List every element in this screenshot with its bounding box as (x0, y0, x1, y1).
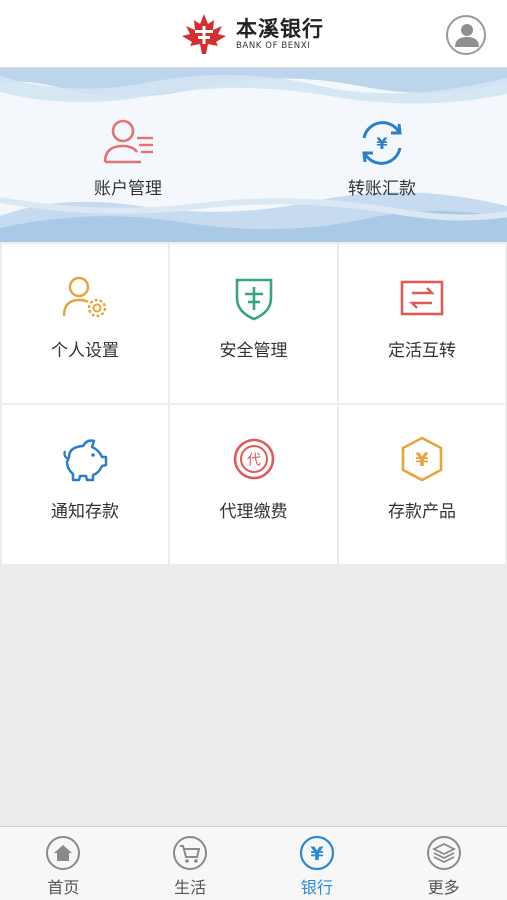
transfer-button[interactable]: ¥ 转账汇款 (312, 116, 452, 199)
tab-label-home: 首页 (47, 878, 80, 897)
account-management-button[interactable]: 账户管理 (58, 116, 198, 199)
tab-life[interactable]: 生活 (127, 827, 254, 900)
bank-logo: 本溪银行 BANK OF BENXI (180, 12, 324, 56)
menu-label-products: 存款产品 (388, 502, 456, 522)
maple-leaf-logo-icon (182, 14, 226, 54)
cart-icon (173, 836, 208, 870)
exchange-icon (400, 280, 444, 316)
tab-more[interactable]: 更多 (380, 827, 507, 900)
svg-text:代: 代 (247, 453, 261, 469)
menu-label-agent: 代理缴费 (219, 502, 288, 522)
account-user-icon (103, 119, 153, 164)
menu-label-security: 安全管理 (219, 341, 288, 361)
layers-icon (426, 836, 461, 870)
tab-label-life: 生活 (174, 878, 207, 897)
service-grid: 个人设置 安全管理 定活互转 通知存款 代 代理缴费 ¥ 存款产品 (2, 244, 505, 564)
menu-label-personal: 个人设置 (51, 341, 119, 361)
user-avatar-icon (455, 24, 479, 47)
tab-bank[interactable]: ¥ 银行 (254, 827, 381, 900)
home-icon (46, 836, 81, 870)
svg-text:¥: ¥ (310, 843, 323, 865)
feature-banner: 账户管理 ¥ 转账汇款 (0, 68, 507, 242)
menu-label-exchange: 定活互转 (388, 341, 456, 361)
user-gear-icon (62, 276, 107, 318)
app-header: 本溪银行 BANK OF BENXI (0, 0, 507, 68)
transfer-yuan-icon: ¥ (362, 121, 402, 165)
svg-text:¥: ¥ (376, 134, 387, 153)
hexagon-yuan-icon: ¥ (401, 436, 443, 482)
tab-home[interactable]: 首页 (0, 827, 127, 900)
fixed-current-transfer-button[interactable]: 定活互转 (339, 244, 505, 403)
shield-icon (235, 278, 272, 321)
banner-label-transfer: 转账汇款 (348, 179, 416, 199)
agent-payment-button[interactable]: 代 代理缴费 (170, 405, 337, 564)
piggy-bank-icon (63, 439, 108, 482)
bank-name-cn: 本溪银行 (236, 16, 324, 41)
bank-name-en: BANK OF BENXI (236, 40, 311, 51)
menu-label-notice: 通知存款 (51, 502, 119, 522)
personal-settings-button[interactable]: 个人设置 (2, 244, 168, 403)
security-management-button[interactable]: 安全管理 (170, 244, 337, 403)
svg-text:¥: ¥ (415, 449, 428, 471)
banner-label-account: 账户管理 (94, 179, 162, 199)
deposit-products-button[interactable]: ¥ 存款产品 (339, 405, 505, 564)
yuan-icon: ¥ (299, 835, 334, 871)
user-profile-button[interactable] (446, 15, 486, 55)
agent-pay-icon: 代 (233, 438, 274, 480)
notice-deposit-button[interactable]: 通知存款 (2, 405, 168, 564)
bottom-tab-bar: 首页 生活 ¥ 银行 更多 (0, 826, 507, 900)
tab-label-more: 更多 (427, 878, 460, 897)
tab-label-bank: 银行 (300, 878, 333, 897)
